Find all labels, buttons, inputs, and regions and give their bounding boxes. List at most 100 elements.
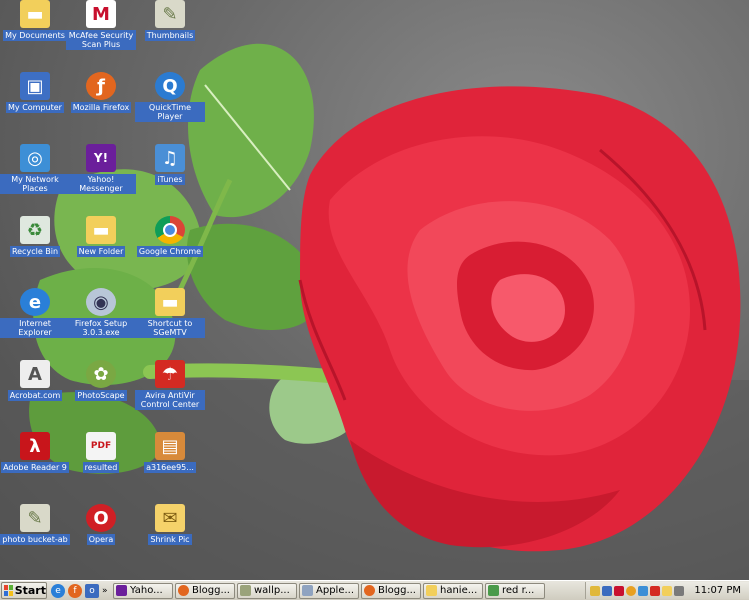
desktop-icon-network-places[interactable]: ◎ My Network Places: [0, 144, 70, 208]
taskbar-item-red-rose[interactable]: red r...: [485, 582, 545, 599]
desktop-icon-label: My Documents: [3, 30, 67, 41]
desktop-icon-label: Shortcut to SGeMTV: [135, 318, 205, 338]
taskbar-item-apple[interactable]: Apple...: [299, 582, 359, 599]
desktop-icon-label: Acrobat.com: [7, 390, 63, 401]
desktop-icon-label: PhotoScape: [75, 390, 127, 401]
envelope-icon: ✉: [155, 504, 185, 532]
taskbar-item-yahoo[interactable]: Yaho...: [113, 582, 173, 599]
desktop-icon-label: Yahoo! Messenger: [66, 174, 136, 194]
desktop-icon-label: Avira AntiVir Control Center: [135, 390, 205, 410]
windows-logo-icon: [4, 585, 13, 596]
desktop-icon-adobe-reader[interactable]: λ Adobe Reader 9: [0, 432, 70, 496]
taskbar: Start e f o » Yaho... Blogg... wallp... …: [0, 580, 749, 600]
taskbar-task-list: Yaho... Blogg... wallp... Apple... Blogg…: [113, 582, 545, 599]
ie-icon: e: [20, 288, 50, 316]
taskbar-item-label: Blogg...: [192, 585, 230, 596]
desktop-icon-firefox-setup[interactable]: ◉ Firefox Setup 3.0.3.exe: [66, 288, 136, 352]
desktop-icon-label: McAfee Security Scan Plus: [66, 30, 136, 50]
firefox-icon: [178, 585, 189, 596]
desktop-icon-label: My Computer: [6, 102, 64, 113]
desktop-icon-label: Google Chrome: [136, 246, 204, 257]
firefox-icon: [364, 585, 375, 596]
taskbar-item-label: Yaho...: [130, 585, 163, 596]
start-button[interactable]: Start: [1, 582, 47, 599]
yahoo-icon: [116, 585, 127, 596]
file-icon: [240, 585, 251, 596]
desktop-icon-acrobat-com[interactable]: A Acrobat.com: [0, 360, 70, 424]
desktop-icon-quicktime[interactable]: Q QuickTime Player: [135, 72, 205, 136]
start-label: Start: [14, 584, 46, 597]
yahoo-icon: Y!: [86, 144, 116, 172]
desktop-icon-label: Internet Explorer: [0, 318, 70, 338]
recycle-bin-icon: ♻: [20, 216, 50, 244]
taskbar-item-label: Apple...: [316, 585, 355, 596]
desktop-icon-new-folder[interactable]: ▬ New Folder: [66, 216, 136, 280]
opera-icon: O: [86, 504, 116, 532]
photoscape-icon: ✿: [86, 360, 116, 388]
folder-icon: ▬: [20, 0, 50, 28]
desktop-icon-label: Shrink Pic: [148, 534, 192, 545]
tray-avira-icon[interactable]: [650, 585, 661, 596]
desktop-icon-opera[interactable]: O Opera: [66, 504, 136, 568]
quick-launch-more-button[interactable]: »: [102, 586, 110, 596]
desktop-icon-image-file[interactable]: ▤ a316ee95...: [135, 432, 205, 496]
taskbar-item-label: hanie...: [440, 585, 478, 596]
desktop-icon-my-documents[interactable]: ▬ My Documents: [0, 0, 70, 64]
quick-launch: e f o »: [51, 583, 110, 598]
desktop-icon-thumbnails[interactable]: ✎ Thumbnails: [135, 0, 205, 64]
desktop-icon-label: QuickTime Player: [135, 102, 205, 122]
tray-network-icon[interactable]: [602, 585, 613, 596]
firefox-icon[interactable]: f: [68, 583, 82, 598]
tray-messenger-icon[interactable]: [626, 585, 637, 596]
desktop-icon-label: iTunes: [155, 174, 185, 185]
desktop-icon-photoscape[interactable]: ✿ PhotoScape: [66, 360, 136, 424]
desktop-icon-yahoo-messenger[interactable]: Y! Yahoo! Messenger: [66, 144, 136, 208]
taskbar-item-folder[interactable]: hanie...: [423, 582, 483, 599]
taskbar-item-label: red r...: [502, 585, 535, 596]
desktop-icon-my-computer[interactable]: ▣ My Computer: [0, 72, 70, 136]
installer-cd-icon: ◉: [86, 288, 116, 316]
pdf-file-icon: PDF: [86, 432, 116, 460]
tray-display-icon[interactable]: [638, 585, 649, 596]
adobe-reader-icon: λ: [20, 432, 50, 460]
ie-icon[interactable]: e: [51, 583, 65, 598]
computer-icon: ▣: [20, 72, 50, 100]
outlook-icon[interactable]: o: [85, 583, 99, 598]
folder-icon: ▬: [86, 216, 116, 244]
taskbar-item-blogger-1[interactable]: Blogg...: [175, 582, 235, 599]
desktop-icon-resulted[interactable]: PDF resulted: [66, 432, 136, 496]
desktop-icon-firefox[interactable]: ƒ Mozilla Firefox: [66, 72, 136, 136]
desktop-icon-label: Thumbnails: [144, 30, 196, 41]
system-tray: 11:07 PM: [585, 582, 749, 599]
desktop-icon-itunes[interactable]: ♫ iTunes: [135, 144, 205, 208]
acrobat-icon: A: [20, 360, 50, 388]
tray-mcafee-icon[interactable]: [614, 585, 625, 596]
desktop-icon-shortcut-sgemtv[interactable]: ▬ Shortcut to SGeMTV: [135, 288, 205, 352]
taskbar-item-label: Blogg...: [378, 585, 416, 596]
desktop-icon-label: a316ee95...: [144, 462, 196, 473]
desktop-icon-label: New Folder: [76, 246, 126, 257]
desktop-icon-label: photo bucket-ab: [0, 534, 70, 545]
desktop-icon-mcafee[interactable]: M McAfee Security Scan Plus: [66, 0, 136, 64]
desktop-icon-internet-explorer[interactable]: e Internet Explorer: [0, 288, 70, 352]
desktop-icon-label: My Network Places: [0, 174, 70, 194]
tray-security-icon[interactable]: [662, 585, 673, 596]
desktop-icon-avira[interactable]: ☂ Avira AntiVir Control Center: [135, 360, 205, 424]
desktop-icon-label: Adobe Reader 9: [1, 462, 69, 473]
quicktime-icon: Q: [155, 72, 185, 100]
network-icon: ◎: [20, 144, 50, 172]
tray-volume-icon[interactable]: [674, 585, 685, 596]
taskbar-item-label: wallp...: [254, 585, 290, 596]
desktop-icon-label: resulted: [82, 462, 120, 473]
tray-mail-icon[interactable]: [590, 585, 601, 596]
desktop-icon-recycle-bin[interactable]: ♻ Recycle Bin: [0, 216, 70, 280]
folder-icon: [426, 585, 437, 596]
clock[interactable]: 11:07 PM: [694, 585, 741, 596]
taskbar-item-blogger-2[interactable]: Blogg...: [361, 582, 421, 599]
desktop-icon-photobucket[interactable]: ✎ photo bucket-ab: [0, 504, 70, 568]
image-viewer-icon: [488, 585, 499, 596]
desktop-icon-chrome[interactable]: Google Chrome: [135, 216, 205, 280]
desktop-icon-shrink-pic[interactable]: ✉ Shrink Pic: [135, 504, 205, 568]
taskbar-item-wallpaper[interactable]: wallp...: [237, 582, 297, 599]
folder-icon: ▬: [155, 288, 185, 316]
